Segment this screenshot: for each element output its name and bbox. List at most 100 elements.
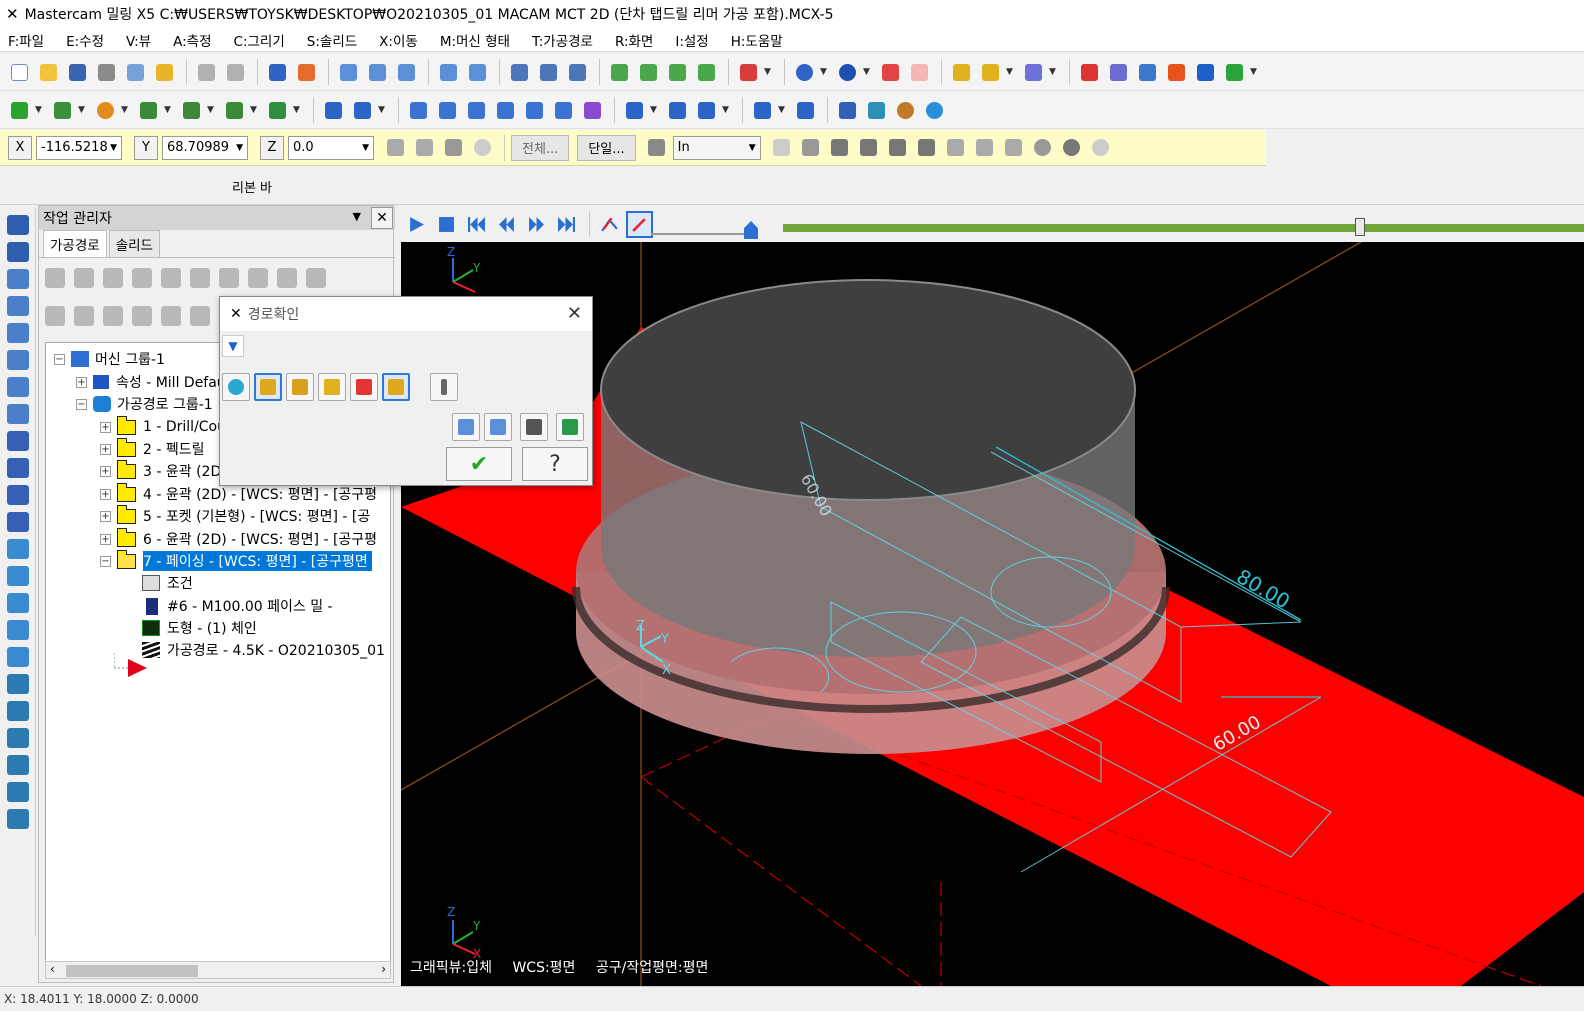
- wrap-icon[interactable]: [693, 97, 719, 123]
- backplot-icon[interactable]: [863, 97, 889, 123]
- rewind-start-button[interactable]: [463, 211, 490, 238]
- chevron-down-icon[interactable]: ▼: [35, 105, 45, 115]
- toggle-post-icon[interactable]: [103, 306, 123, 326]
- chevron-down-icon[interactable]: ▼: [378, 105, 388, 115]
- post-gcode-icon[interactable]: [219, 268, 239, 288]
- play-button[interactable]: [403, 211, 430, 238]
- tree-item[interactable]: + 3 - 윤곽 (2D): [100, 459, 227, 481]
- ok-button[interactable]: ✔: [446, 447, 512, 481]
- chevron-down-icon[interactable]: ▼: [764, 67, 774, 77]
- toolpath-waterline-icon[interactable]: [7, 701, 29, 721]
- color-loop-button[interactable]: [222, 373, 250, 401]
- collapse-icon[interactable]: −: [76, 398, 87, 410]
- z-coord-label[interactable]: Z: [260, 135, 284, 160]
- toolpath-drill-icon[interactable]: [7, 269, 29, 289]
- pencil-icon[interactable]: [948, 59, 974, 85]
- zoom-out-icon[interactable]: [464, 59, 490, 85]
- menu-solids[interactable]: S:솔리드: [307, 30, 357, 50]
- chevron-down-icon[interactable]: ▼: [78, 105, 88, 115]
- toggle-display-icon[interactable]: [74, 306, 94, 326]
- chevron-down-icon[interactable]: ▼: [1049, 67, 1059, 77]
- chevron-down-icon[interactable]: ▼: [207, 105, 217, 115]
- y-coord-field[interactable]: 68.70989 ▼: [162, 135, 248, 160]
- toolpath-transform-icon[interactable]: [7, 593, 29, 613]
- y-coord-label[interactable]: Y: [134, 135, 158, 160]
- zoom-window-icon[interactable]: [364, 59, 390, 85]
- menu-edit[interactable]: E:수정: [66, 30, 104, 50]
- trim-icon[interactable]: [320, 97, 346, 123]
- cube-top-icon[interactable]: [606, 59, 632, 85]
- show-toolpath-button[interactable]: [596, 211, 623, 238]
- tree-item[interactable]: − 머신 그룹-1: [54, 349, 165, 369]
- help-icon[interactable]: [306, 268, 326, 288]
- x-coord-field[interactable]: -116.5218 ▼: [36, 135, 122, 160]
- menu-help[interactable]: H:도움말: [731, 30, 783, 50]
- toolpath-helix-icon[interactable]: [7, 458, 29, 478]
- rectangle-icon[interactable]: [135, 97, 161, 123]
- display-endpoints-button[interactable]: [350, 373, 378, 401]
- regen-ops-icon[interactable]: [103, 268, 123, 288]
- cylinder-icon[interactable]: [264, 97, 290, 123]
- tree-item[interactable]: 도형 - (1) 체인: [142, 618, 257, 638]
- expand-icon[interactable]: +: [76, 376, 87, 388]
- line-icon[interactable]: [49, 97, 75, 123]
- tree-item[interactable]: + 5 - 포켓 (기본형) - [WCS: 평면] - [공: [100, 504, 370, 526]
- toolpath-nest-icon[interactable]: [7, 620, 29, 640]
- chevron-down-icon[interactable]: ▼: [353, 210, 361, 223]
- view-top-icon[interactable]: [535, 59, 561, 85]
- select-single-button[interactable]: 단일...: [577, 134, 636, 161]
- help-button[interactable]: ?: [522, 447, 588, 481]
- eraser-icon[interactable]: [1020, 59, 1046, 85]
- verify-icon[interactable]: [834, 97, 860, 123]
- lock-icon[interactable]: [45, 306, 65, 326]
- select-dirty-ops-icon[interactable]: [74, 268, 94, 288]
- display-rapid-button[interactable]: [318, 373, 346, 401]
- tree-item[interactable]: 가공경로 - 4.5K - O20210305_01: [142, 640, 385, 660]
- chevron-down-icon[interactable]: ▼: [778, 105, 788, 115]
- offset-icon[interactable]: [521, 97, 547, 123]
- expand-icon[interactable]: +: [100, 510, 111, 522]
- tree-item[interactable]: + 속성 - Mill Default: [76, 372, 235, 392]
- chevron-down-icon[interactable]: ▼: [121, 105, 131, 115]
- select-all-button[interactable]: 전체...: [511, 134, 570, 161]
- mask-body-icon[interactable]: [914, 135, 940, 161]
- selection-mode-icon[interactable]: [644, 135, 670, 161]
- fillet-icon[interactable]: [178, 97, 204, 123]
- unzoom-icon[interactable]: [435, 59, 461, 85]
- tree-item[interactable]: − 가공경로 그룹-1: [76, 394, 213, 414]
- shaded-sphere-icon[interactable]: [834, 59, 860, 85]
- tab-toolpaths[interactable]: 가공경로: [43, 230, 107, 257]
- backplot-op-icon[interactable]: [161, 268, 181, 288]
- print-preview-icon[interactable]: [122, 59, 148, 85]
- menu-create[interactable]: C:그리기: [234, 30, 285, 50]
- options-hatch-button[interactable]: [452, 413, 480, 441]
- pointer-icon[interactable]: [798, 135, 824, 161]
- rotate-icon[interactable]: [434, 97, 460, 123]
- simulate-icon[interactable]: [892, 97, 918, 123]
- toolpath-scallop-icon[interactable]: [7, 755, 29, 775]
- step-forward-button[interactable]: [523, 211, 550, 238]
- print-icon[interactable]: [93, 59, 119, 85]
- cube-front-icon[interactable]: [635, 59, 661, 85]
- pan-icon[interactable]: [264, 59, 290, 85]
- wcs-cube-icon[interactable]: [735, 59, 761, 85]
- toolpath-pencil-icon[interactable]: [7, 809, 29, 829]
- move-down-icon[interactable]: [132, 306, 152, 326]
- solid-box-icon[interactable]: [1163, 59, 1189, 85]
- menu-settings[interactable]: I:설정: [675, 30, 708, 50]
- align-icon[interactable]: [621, 97, 647, 123]
- shade-red-icon[interactable]: [877, 59, 903, 85]
- properties-icon[interactable]: [151, 59, 177, 85]
- verify-selection-icon[interactable]: [769, 135, 795, 161]
- menu-view[interactable]: V:뷰: [126, 30, 151, 50]
- translate-icon[interactable]: [405, 97, 431, 123]
- menu-analyze[interactable]: A:측정: [173, 30, 211, 50]
- mask-back-icon[interactable]: [943, 135, 969, 161]
- array-icon[interactable]: [664, 97, 690, 123]
- pencils-icon[interactable]: [977, 59, 1003, 85]
- x-coord-label[interactable]: X: [8, 135, 32, 160]
- chevron-left-icon[interactable]: ‹: [50, 962, 55, 976]
- menu-screen[interactable]: R:화면: [615, 30, 653, 50]
- mirror-icon[interactable]: [463, 97, 489, 123]
- undo-icon[interactable]: [193, 59, 219, 85]
